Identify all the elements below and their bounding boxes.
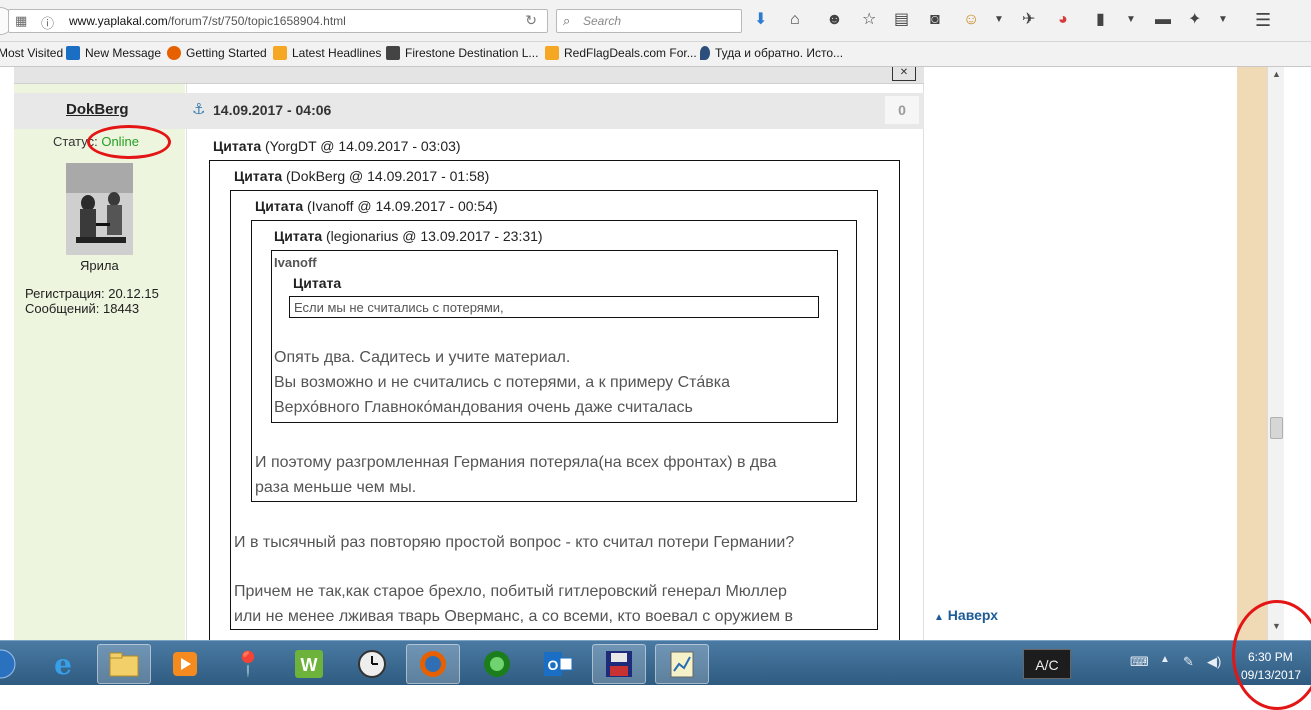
red-highlight-ellipse: [87, 125, 171, 159]
send-icon[interactable]: ✈: [1022, 10, 1035, 30]
avatar[interactable]: [66, 163, 133, 255]
save-disk-icon[interactable]: [592, 644, 646, 684]
nested-reply-text: Опять два. Садитесь и учите материал. Вы…: [274, 349, 730, 416]
menu-icon[interactable]: ☰: [1255, 10, 1271, 30]
browser-toolbar: ▦ ⓘ www.yaplakal.com/forum7/st/750/topic…: [0, 0, 1311, 42]
extension-dropdown-icon[interactable]: ▼: [994, 10, 1004, 30]
post-author[interactable]: DokBerg: [66, 101, 129, 118]
bookmark-redflagdeals[interactable]: RedFlagDeals.com For...: [545, 46, 697, 60]
tray-expand-icon[interactable]: ▲: [1160, 654, 1170, 665]
firefox-taskbar-icon[interactable]: [406, 644, 460, 684]
red-highlight-circle: [1232, 600, 1311, 710]
bookmark-latest-headlines[interactable]: Latest Headlines: [273, 46, 381, 60]
user-stats: Регистрация: 20.12.15 Сообщений: 18443: [25, 286, 159, 316]
bookmark-star-icon[interactable]: ☆: [862, 10, 876, 30]
pocket-icon[interactable]: ◙: [930, 10, 940, 30]
reading-list-icon[interactable]: ▤: [894, 10, 909, 30]
forum-page: ✕ DokBerg ⚓ 14.09.2017 - 04:06 0 Статус:…: [0, 67, 1311, 640]
keyboard-icon[interactable]: ⌨: [1130, 654, 1149, 670]
user-nick: Ярила: [80, 258, 119, 273]
w-app-icon[interactable]: W: [282, 644, 336, 684]
start-button[interactable]: [0, 644, 28, 684]
firestone-icon: [386, 46, 400, 60]
page-list-icon[interactable]: ▦: [15, 13, 27, 29]
nested-quote-label: Цитата: [293, 275, 342, 291]
quote-header: Цитата (YorgDT @ 14.09.2017 - 03:03): [213, 138, 461, 154]
post-header: [14, 93, 924, 129]
sidebar-tool-icon[interactable]: ▮: [1096, 10, 1105, 30]
home-icon[interactable]: ⌂: [790, 10, 800, 30]
quote-text-question: И в тысячный раз повторяю простой вопрос…: [234, 534, 795, 551]
url-text[interactable]: www.yaplakal.com/forum7/st/750/topic1658…: [69, 14, 346, 28]
green-app-icon[interactable]: [470, 644, 524, 684]
outlook-icon: [66, 46, 80, 60]
pin-tray-icon[interactable]: ✎: [1183, 654, 1194, 670]
gamepad-icon[interactable]: ✦: [1188, 10, 1201, 30]
file-explorer-icon[interactable]: [97, 644, 151, 684]
outlook-taskbar-icon[interactable]: O: [531, 644, 585, 684]
screenshot-icon[interactable]: ▬: [1155, 10, 1171, 30]
clock-app-icon[interactable]: [345, 644, 399, 684]
media-player-icon[interactable]: [158, 644, 212, 684]
chat-icon[interactable]: ☻: [826, 10, 843, 30]
rss-icon: [545, 46, 559, 60]
rss-icon: [273, 46, 287, 60]
extension-face-icon[interactable]: ☺: [963, 10, 979, 30]
url-bar[interactable]: ▦ ⓘ www.yaplakal.com/forum7/st/750/topic…: [8, 9, 548, 33]
notepad-chart-icon[interactable]: [655, 644, 709, 684]
nested-author-name: Ivanoff: [274, 255, 317, 270]
scroll-up-arrow-icon[interactable]: ▲: [1268, 67, 1285, 82]
to-top-link[interactable]: ▲ Наверх: [934, 607, 998, 623]
ac-indicator[interactable]: A/C: [1023, 649, 1071, 679]
right-column: [925, 67, 1237, 640]
previous-post-strip: [14, 67, 924, 84]
bookmark-tuda-i-obratno[interactable]: Туда и обратно. Исто...: [700, 46, 843, 60]
info-icon[interactable]: ⓘ: [41, 13, 54, 32]
search-field[interactable]: ⌕ Search: [556, 9, 742, 33]
rating-count[interactable]: 0: [885, 96, 919, 124]
bookmark-most-visited[interactable]: Most Visited: [0, 46, 63, 60]
page-side-panel: [1237, 67, 1267, 640]
search-placeholder: Search: [583, 14, 622, 28]
anchor-icon[interactable]: ⚓: [192, 100, 205, 118]
arrow-up-icon: ▲: [934, 612, 944, 623]
gamepad-dropdown-icon[interactable]: ▼: [1218, 10, 1228, 30]
volume-icon[interactable]: ◀): [1207, 654, 1221, 670]
bookmark-new-message[interactable]: New Message: [66, 46, 161, 60]
vertical-scrollbar[interactable]: ▲ ▼: [1267, 67, 1284, 640]
quote-header: Цитата (Ivanoff @ 14.09.2017 - 00:54): [255, 198, 498, 214]
quote-text-paragraph: Причем не так,как старое брехло, побитый…: [234, 583, 793, 625]
color-extension-icon[interactable]: ◕: [1058, 10, 1068, 30]
quote-header: Цитата (DokBerg @ 14.09.2017 - 01:58): [234, 168, 490, 184]
reload-icon[interactable]: ↻: [525, 12, 537, 29]
quote-text-germany: И поэтому разгромленная Германия потерял…: [255, 454, 777, 496]
post-date: 14.09.2017 - 04:06: [213, 102, 332, 118]
svg-text:O: O: [548, 657, 559, 673]
bookmark-firestone[interactable]: Firestone Destination L...: [386, 46, 538, 60]
svg-text:W: W: [301, 655, 318, 675]
quote-header: Цитата (legionarius @ 13.09.2017 - 23:31…: [274, 228, 543, 244]
pushpin-app-icon[interactable]: 📍: [221, 644, 275, 684]
search-icon: ⌕: [563, 13, 571, 28]
pin-icon: [700, 46, 710, 60]
ie-icon[interactable]: e: [36, 644, 90, 684]
scrollbar-thumb[interactable]: [1270, 417, 1283, 439]
inner-quote-text: Если мы не считались с потерями,: [289, 296, 819, 318]
windows-taskbar: e 📍 W O A/C ⌨ ▲ ✎ ◀) 6:30 PM 09/13/2017: [0, 640, 1311, 685]
bookmarks-bar: Most Visited New Message Getting Started…: [0, 42, 1311, 67]
close-icon[interactable]: ✕: [892, 67, 916, 81]
firefox-icon: [167, 46, 181, 60]
bookmark-getting-started[interactable]: Getting Started: [167, 46, 267, 60]
tool-dropdown-icon[interactable]: ▼: [1126, 10, 1136, 30]
download-icon[interactable]: ⬇: [754, 10, 767, 30]
